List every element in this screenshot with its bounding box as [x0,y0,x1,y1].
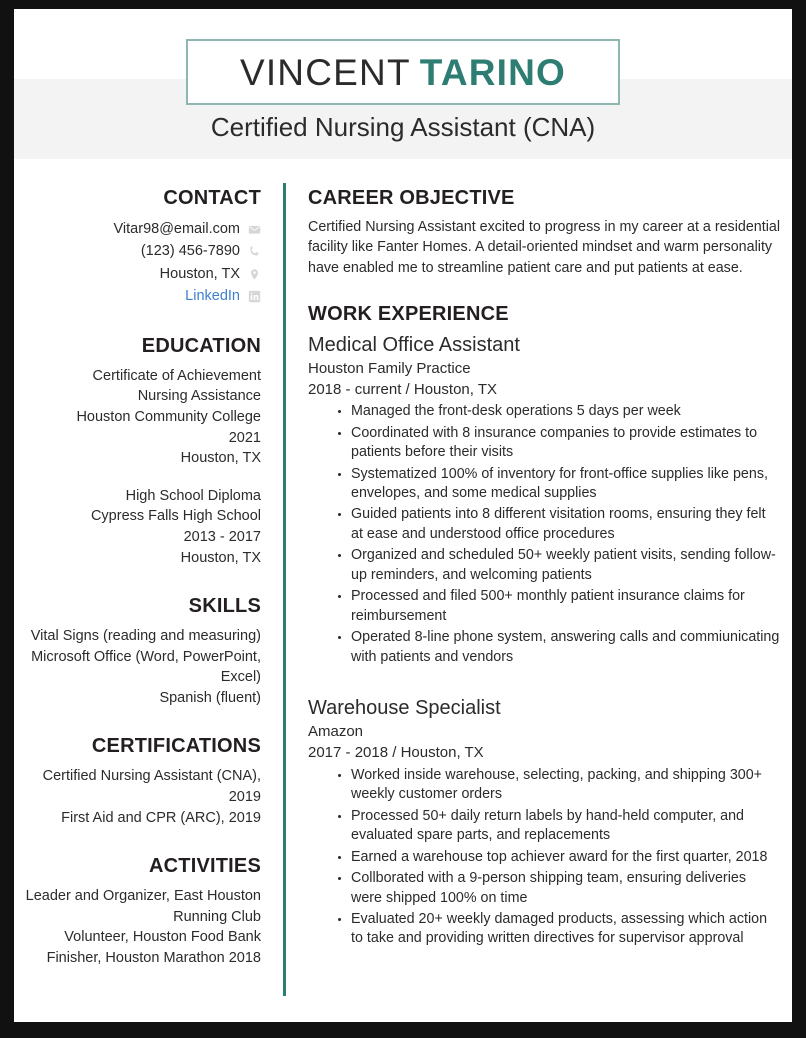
job-subtitle: Certified Nursing Assistant (CNA) [210,112,596,142]
education-entry: Certificate of Achievement Nursing Assis… [24,366,261,469]
contact-item-linkedin[interactable]: LinkedIn [24,285,261,307]
list-item: Systematized 100% of inventory for front… [338,465,780,504]
sidebar-column: CONTACT Vitar98@email.com (123) 456-7890… [24,187,261,968]
job-company: Amazon [308,723,364,741]
contact-linkedin-text[interactable]: LinkedIn [185,285,240,307]
contact-phone-text: (123) 456-7890 [140,243,240,260]
job-entry: Warehouse Specialist Amazon 2017 - 2018 … [308,696,780,949]
column-divider [283,183,286,996]
certifications-section: CERTIFICATIONS Certified Nursing Assista… [24,735,261,828]
list-item: Evaluated 20+ weekly damaged products, a… [338,910,780,949]
skills-heading: SKILLS [188,595,261,618]
contact-email-text: Vitar98@email.com [113,221,240,237]
list-item: Guided patients into 8 different visitat… [338,505,780,544]
envelope-icon [248,223,261,236]
list-item: Volunteer, Houston Food Bank [64,929,261,946]
job-title: Medical Office Assistant [308,333,520,356]
full-name: VINCENT TARINO [240,54,566,91]
list-item: Leader and Organizer, East Houston Runni… [25,888,261,925]
resume-sheet: VINCENT TARINO Certified Nursing Assistan… [14,9,792,1022]
education-line: 2021 [228,429,261,446]
list-item: Worked inside warehouse, selecting, pack… [338,766,780,805]
list-item: Organized and scheduled 50+ weekly patie… [338,546,780,585]
list-item: Coordinated with 8 insurance companies t… [338,424,780,463]
certifications-heading: CERTIFICATIONS [91,735,261,758]
education-line: Certificate of Achievement [92,367,261,384]
main-column: CAREER OBJECTIVE Certified Nursing Assis… [308,187,780,951]
education-line: Houston, TX [180,450,261,467]
work-experience-heading: WORK EXPERIENCE [308,302,509,325]
career-objective-text: Certified Nursing Assistant excited to p… [308,219,781,276]
list-item: Spanish (fluent) [159,689,261,706]
contact-item-location: Houston, TX [24,263,261,285]
activities-heading: ACTIVITIES [148,855,261,878]
list-item: First Aid and CPR (ARC), 2019 [61,809,261,826]
education-line: High School Diploma [125,487,261,504]
activities-section: ACTIVITIES Leader and Organizer, East Ho… [24,855,261,968]
first-name: VINCENT [239,51,411,93]
list-item: Collborated with a 9-person shipping tea… [338,869,780,908]
career-objective-heading: CAREER OBJECTIVE [308,187,515,209]
list-item: Earned a warehouse top achiever award fo… [338,848,780,868]
job-bullets: Worked inside warehouse, selecting, pack… [308,766,780,949]
education-line: 2013 - 2017 [183,528,261,545]
job-company: Houston Family Practice [308,359,471,377]
education-line: Houston Community College [76,409,261,426]
list-item: Managed the front-desk operations 5 days… [338,402,780,422]
list-item: Processed 50+ daily return labels by han… [338,807,780,846]
list-item: Certified Nursing Assistant (CNA), 2019 [42,768,261,805]
name-box: VINCENT TARINO [186,39,620,105]
contact-section: CONTACT Vitar98@email.com (123) 456-7890… [24,187,261,308]
job-entry: Medical Office Assistant Houston Family … [308,333,780,668]
job-title: Warehouse Specialist [308,697,501,720]
last-name: TARINO [419,51,567,93]
list-item: Vital Signs (reading and measuring) [30,628,261,645]
list-item: Processed and filed 500+ monthly patient… [338,587,780,626]
location-pin-icon [248,268,261,281]
job-dates-location: 2018 - current / Houston, TX [308,380,497,398]
contact-location-text: Houston, TX [159,265,240,282]
list-item: Operated 8-line phone system, answering … [338,628,780,667]
education-entry: High School Diploma Cypress Falls High S… [24,486,261,568]
education-line: Nursing Assistance [137,388,261,405]
career-objective-section: CAREER OBJECTIVE Certified Nursing Assis… [308,187,780,278]
skills-section: SKILLS Vital Signs (reading and measurin… [24,595,261,708]
phone-icon [248,245,261,258]
contact-item-phone: (123) 456-7890 [24,240,261,262]
list-item: Microsoft Office (Word, PowerPoint, Exce… [31,648,261,686]
list-item: Finisher, Houston Marathon 2018 [46,949,261,966]
linkedin-icon[interactable] [248,290,261,303]
contact-heading: CONTACT [163,187,261,209]
job-bullets: Managed the front-desk operations 5 days… [308,402,780,667]
work-experience-section: WORK EXPERIENCE Medical Office Assistant… [308,303,780,949]
job-dates-location: 2017 - 2018 / Houston, TX [308,743,484,761]
resume-page: VINCENT TARINO Certified Nursing Assistan… [0,0,806,1038]
contact-item-email: Vitar98@email.com [24,218,261,240]
education-line: Cypress Falls High School [90,508,261,525]
education-line: Houston, TX [180,549,261,566]
education-heading: EDUCATION [141,334,261,357]
education-section: EDUCATION Certificate of Achievement Nur… [24,335,261,568]
